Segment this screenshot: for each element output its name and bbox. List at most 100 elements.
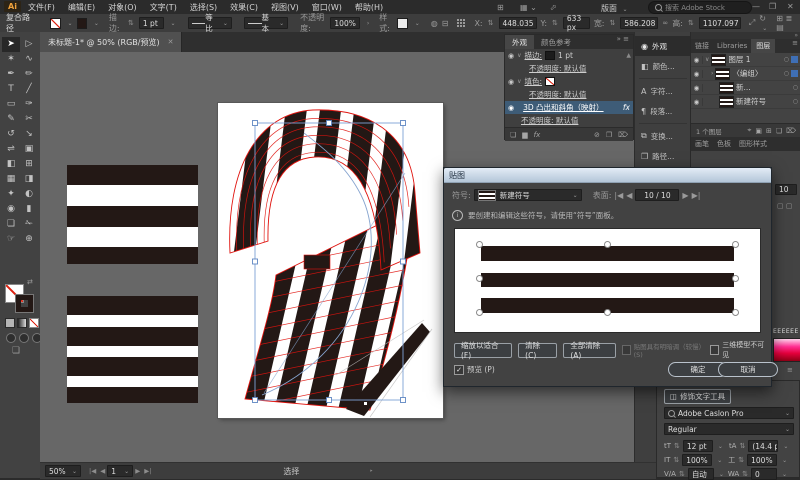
align-icon[interactable]: ⊟ <box>442 19 449 28</box>
transform-icon[interactable]: ⤢ <box>749 18 755 28</box>
lasso-tool[interactable]: ∿ <box>20 52 38 67</box>
add-stroke-icon[interactable]: ❏ <box>510 131 516 139</box>
visibility-eye-icon[interactable]: ◉ <box>691 84 703 92</box>
invisible-geometry-checkbox[interactable]: 三维模型不可见 <box>710 340 765 360</box>
rectangle-tool[interactable]: ▭ <box>2 97 20 112</box>
panel-dock-icons[interactable]: ⊞ ≣ ▤ <box>776 14 796 32</box>
expander-icon[interactable]: ∨ <box>705 56 709 63</box>
document-tab[interactable]: 未标题-1* @ 50% (RGB/预览) ✕ <box>40 32 182 52</box>
selection-handle[interactable] <box>476 275 483 282</box>
share-icon[interactable]: ⬀ <box>550 3 557 12</box>
layer-row[interactable]: ◉ › 〈编组〉 ○ <box>691 67 800 81</box>
fill-row-swatch[interactable] <box>545 77 555 86</box>
first-artboard-icon[interactable]: |◀ <box>89 467 96 475</box>
menu-item-7[interactable]: 视图(V) <box>271 2 299 13</box>
panel-collapse-icon[interactable]: » ≡ <box>613 35 633 49</box>
menu-item-8[interactable]: 窗口(W) <box>312 2 342 13</box>
symbol-sprayer-tool[interactable]: ◉ <box>2 202 20 217</box>
hidden-panel-value-field[interactable]: 10 <box>775 184 797 195</box>
selection-handle[interactable] <box>476 241 483 248</box>
clear-appearance-icon[interactable]: ⊘ <box>594 131 600 139</box>
width-profile-select[interactable]: 等比⌄ <box>188 17 232 29</box>
dock-item-颜色[interactable]: ◧颜色... <box>635 56 691 76</box>
clear-all-button[interactable]: 全部清除 (A) <box>563 343 615 358</box>
dock-item-字符[interactable]: A字符... <box>635 81 691 101</box>
new-layer-icon[interactable]: ❏ <box>776 127 782 135</box>
mesh-tool[interactable]: ▦ <box>2 172 20 187</box>
stroke-stepper[interactable]: ⇅ <box>128 19 134 27</box>
leading-value[interactable]: (14.4 pt) <box>748 440 778 452</box>
fill-swatch[interactable] <box>50 18 60 29</box>
eye-icon[interactable]: ◉ <box>508 52 514 60</box>
dock-item-变换[interactable]: ⧉变换... <box>635 126 691 146</box>
constrain-proportions-icon[interactable]: ∞ <box>662 19 668 27</box>
pencil-tool[interactable]: ✎ <box>2 112 20 127</box>
preview-checkbox[interactable]: ✓预览 (P) <box>454 364 495 375</box>
dock-collapse-icon[interactable]: » <box>691 32 800 39</box>
scroll-up-icon[interactable]: ▲ <box>626 52 631 59</box>
restore-button[interactable]: ❐ <box>769 2 776 11</box>
selection-handle[interactable] <box>732 309 739 316</box>
target-circle-icon[interactable]: ○ <box>793 98 798 105</box>
none-mode-button[interactable] <box>29 318 39 328</box>
add-fill-icon[interactable]: ▆ <box>522 131 527 139</box>
tab-appearance[interactable]: 外观 <box>505 35 534 49</box>
stroke-swatch[interactable] <box>77 18 87 29</box>
surface-next-icon[interactable]: ▶ <box>682 191 688 200</box>
dock-item-路径[interactable]: ❒路径... <box>635 146 691 166</box>
tracking-value[interactable]: 0 <box>751 468 777 480</box>
menu-item-4[interactable]: 文字(T) <box>150 2 177 13</box>
touch-type-tool-button[interactable]: ◫修饰文字工具 <box>664 389 731 404</box>
height-value[interactable]: 1107.097 <box>699 17 741 29</box>
clear-button[interactable]: 清除 (C) <box>518 343 557 358</box>
visibility-eye-icon[interactable]: ◉ <box>691 98 703 106</box>
y-value[interactable]: 633 px <box>563 17 590 29</box>
panel-menu-icon[interactable]: ≡ <box>787 366 793 374</box>
status-proxy-icon[interactable]: ‣ <box>369 467 373 475</box>
draw-normal-button[interactable] <box>6 333 16 343</box>
zoom-level-select[interactable]: 50%⌄ <box>45 465 81 477</box>
layer-row[interactable]: ◉ 新建符号 ○ <box>691 95 800 109</box>
last-artboard-icon[interactable]: ▶| <box>144 467 151 475</box>
target-circle-icon[interactable]: ○ <box>784 70 789 77</box>
visibility-eye-icon[interactable]: ◉ <box>691 56 703 64</box>
tab-swatches[interactable]: 色板 <box>713 137 735 151</box>
stroke-color-indicator[interactable] <box>16 295 33 312</box>
tab-color-guide[interactable]: 颜色参考 <box>534 35 578 49</box>
width-tool[interactable]: ⇌ <box>2 142 20 157</box>
selection-handle[interactable] <box>604 241 611 248</box>
line-segment-tool[interactable]: ╱ <box>20 82 38 97</box>
appearance-row-3d-effect[interactable]: ◉ 3D 凸出和斜角（映射） fx <box>505 101 633 114</box>
new-sublayer-icon[interactable]: ⊞ <box>766 127 772 135</box>
visibility-eye-icon[interactable]: ◉ <box>691 70 703 78</box>
column-graph-tool[interactable]: ▮ <box>20 202 38 217</box>
surface-first-icon[interactable]: |◀ <box>614 191 623 200</box>
rotate-icon[interactable]: ↻ ⌄ <box>759 14 772 32</box>
appearance-row-stroke[interactable]: ◉ ∨ 描边: 1 pt ▲ <box>505 49 633 62</box>
font-style-select[interactable]: Regular⌄ <box>664 423 794 435</box>
surface-prev-icon[interactable]: ◀ <box>626 191 632 200</box>
add-effect-icon[interactable]: fx <box>534 131 541 139</box>
eye-icon[interactable]: ◉ <box>508 104 514 112</box>
close-button[interactable]: ✕ <box>787 2 794 11</box>
gradient-mode-button[interactable] <box>17 318 27 328</box>
locate-object-icon[interactable]: ⌖ <box>747 126 751 135</box>
panel-menu-icon[interactable]: ≡ <box>789 39 800 53</box>
arrange-documents-icon[interactable]: ▦ ⌄ <box>520 3 537 12</box>
tab-brushes[interactable]: 画笔 <box>691 137 713 151</box>
kerning-value[interactable]: 自动 <box>688 468 714 480</box>
appearance-row-opacity-2[interactable]: 不透明度: 默认值 <box>505 88 633 101</box>
appearance-row-opacity-3[interactable]: 不透明度: 默认值 <box>505 114 633 127</box>
pen-tool[interactable]: ✒ <box>2 67 20 82</box>
scale-to-fit-button[interactable]: 缩放以适合 (F) <box>454 343 512 358</box>
stripe-swatch-top[interactable] <box>67 165 198 264</box>
duplicate-item-icon[interactable]: ❐ <box>606 131 612 139</box>
eyedropper-tool[interactable]: ✦ <box>2 187 20 202</box>
stroke-row-swatch[interactable] <box>545 51 555 60</box>
scale-tool[interactable]: ↘ <box>20 127 38 142</box>
gradient-tool[interactable]: ◨ <box>20 172 38 187</box>
font-family-select[interactable]: Adobe Caslon Pro⌄ <box>664 407 794 419</box>
dock-item-段落[interactable]: ¶段落... <box>635 101 691 121</box>
dialog-titlebar[interactable]: 贴图 <box>444 168 771 183</box>
tab-graphic-styles[interactable]: 图形样式 <box>735 137 771 151</box>
